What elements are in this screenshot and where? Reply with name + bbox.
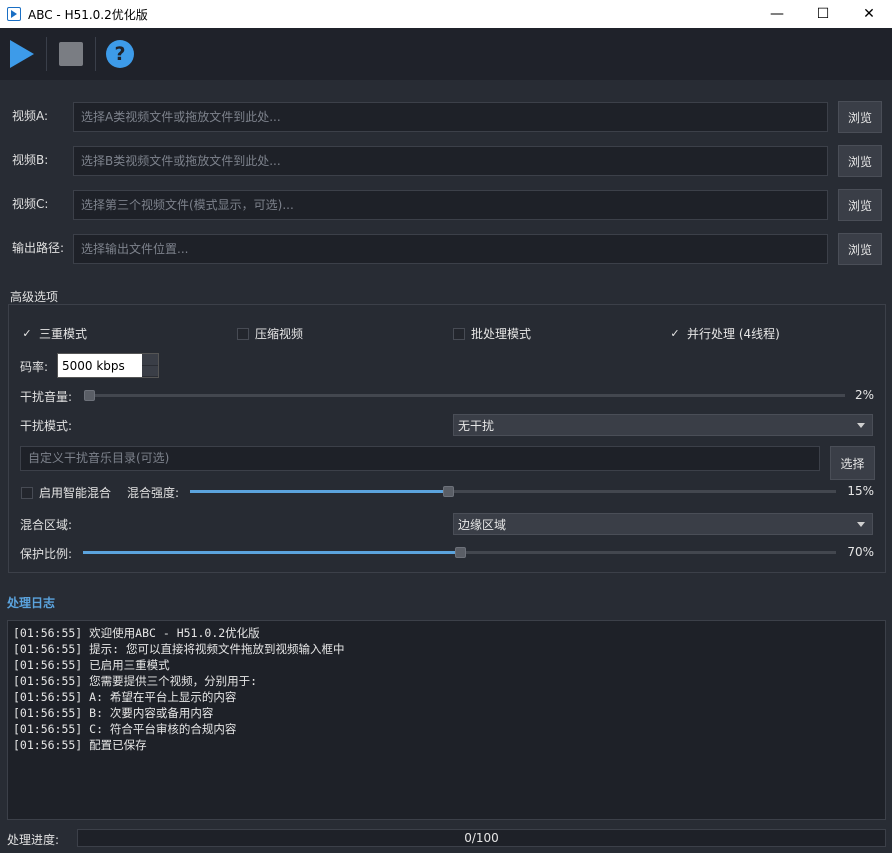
triple-mode-checkbox[interactable]: ✓ 三重模式 (21, 325, 87, 342)
mix-strength-fill (190, 490, 448, 493)
protect-ratio-label: 保护比例: (20, 547, 73, 561)
volume-value: 2% (854, 388, 874, 402)
checkbox-box (21, 486, 33, 499)
play-icon (10, 40, 34, 68)
smart-mix-label: 启用智能混合 (39, 486, 112, 500)
toolbar-separator (95, 37, 96, 71)
title-bar: ABC - H51.0.2优化版 — ☐ ✕ (0, 0, 892, 28)
compress-video-checkbox[interactable]: 压缩视频 (237, 325, 303, 342)
mix-region-label: 混合区域: (20, 518, 73, 532)
triple-mode-label: 三重模式 (39, 327, 88, 341)
output-path-label: 输出路径: (12, 241, 65, 255)
log-line: [01:56:55] 欢迎使用ABC - H51.0.2优化版 (13, 626, 260, 640)
mix-strength-label: 混合强度: (127, 486, 180, 500)
stop-icon (59, 42, 83, 66)
log-line: [01:56:55] 您需要提供三个视频，分别用于: (13, 674, 258, 688)
log-line: [01:56:55] 已启用三重模式 (13, 658, 170, 672)
mix-region-select[interactable]: 边缘区域 (453, 513, 873, 535)
video-b-label: 视频B: (12, 153, 49, 167)
compress-video-label: 压缩视频 (255, 327, 304, 341)
interference-mode-label: 干扰模式: (20, 419, 73, 433)
log-line: [01:56:55] B: 次要内容或备用内容 (13, 706, 214, 720)
smart-mix-checkbox[interactable]: 启用智能混合 (21, 484, 111, 501)
volume-slider[interactable] (84, 394, 845, 397)
stop-button[interactable] (51, 34, 91, 74)
progress-bar: 0/100 (77, 829, 886, 847)
music-dir-input[interactable]: 自定义干扰音乐目录(可选) (20, 446, 820, 471)
browse-output-button[interactable]: 浏览 (838, 233, 882, 265)
close-button[interactable]: ✕ (846, 0, 892, 28)
interference-mode-select[interactable]: 无干扰 (453, 414, 873, 436)
parallel-processing-checkbox[interactable]: ✓ 并行处理 (4线程) (669, 325, 780, 342)
help-icon: ? (106, 40, 134, 68)
svg-text:?: ? (114, 43, 125, 65)
browse-video-a-button[interactable]: 浏览 (838, 101, 882, 133)
log-title: 处理日志 (7, 596, 56, 610)
help-button[interactable]: ? (100, 34, 140, 74)
toolbar: ? (0, 28, 892, 80)
batch-mode-checkbox[interactable]: 批处理模式 (453, 325, 531, 342)
volume-label: 干扰音量: (20, 390, 73, 404)
video-b-input[interactable]: 选择B类视频文件或拖放文件到此处... (73, 146, 828, 176)
maximize-button[interactable]: ☐ (800, 0, 846, 28)
checkbox-box (237, 327, 249, 340)
interference-mode-value: 无干扰 (458, 418, 495, 433)
mix-strength-slider-handle[interactable] (443, 486, 454, 497)
output-path-input[interactable]: 选择输出文件位置... (73, 234, 828, 264)
chevron-down-icon (857, 522, 865, 527)
log-line: [01:56:55] 提示: 您可以直接将视频文件拖放到视频输入框中 (13, 642, 345, 656)
check-icon: ✓ (22, 327, 32, 340)
protect-ratio-value: 70% (847, 545, 874, 559)
bitrate-value: 5000 kbps (62, 358, 125, 373)
protect-ratio-slider-handle[interactable] (455, 547, 466, 558)
protect-ratio-fill (83, 551, 460, 554)
video-c-label: 视频C: (12, 197, 49, 211)
play-button[interactable] (2, 34, 42, 74)
video-a-label: 视频A: (12, 109, 49, 123)
volume-slider-handle[interactable] (84, 390, 95, 401)
chevron-down-icon (857, 423, 865, 428)
video-c-input[interactable]: 选择第三个视频文件(模式显示，可选)... (73, 190, 828, 220)
bitrate-label: 码率: (20, 360, 49, 374)
progress-text: 0/100 (464, 831, 499, 845)
log-line: [01:56:55] 配置已保存 (13, 738, 147, 752)
checkbox-box (453, 327, 465, 340)
toolbar-separator (46, 37, 47, 71)
check-icon: ✓ (670, 327, 680, 340)
mix-region-value: 边缘区域 (458, 517, 507, 532)
log-panel[interactable]: [01:56:55] 欢迎使用ABC - H51.0.2优化版 [01:56:5… (7, 620, 886, 820)
log-line: [01:56:55] C: 符合平台审核的合规内容 (13, 722, 237, 736)
browse-video-c-button[interactable]: 浏览 (838, 189, 882, 221)
log-line: [01:56:55] A: 希望在平台上显示的内容 (13, 690, 237, 704)
advanced-options-title: 高级选项 (10, 290, 59, 304)
minimize-button[interactable]: — (754, 0, 800, 28)
mix-strength-value: 15% (847, 484, 874, 498)
parallel-processing-label: 并行处理 (4线程) (687, 327, 780, 341)
batch-mode-label: 批处理模式 (471, 327, 532, 341)
browse-video-b-button[interactable]: 浏览 (838, 145, 882, 177)
spin-arrows[interactable] (142, 354, 158, 377)
select-music-button[interactable]: 选择 (830, 446, 875, 480)
app-icon (7, 7, 21, 21)
window-title: ABC - H51.0.2优化版 (28, 7, 148, 22)
video-a-input[interactable]: 选择A类视频文件或拖放文件到此处... (73, 102, 828, 132)
progress-label: 处理进度: (7, 833, 60, 847)
bitrate-spinbox[interactable]: 5000 kbps (57, 353, 159, 378)
